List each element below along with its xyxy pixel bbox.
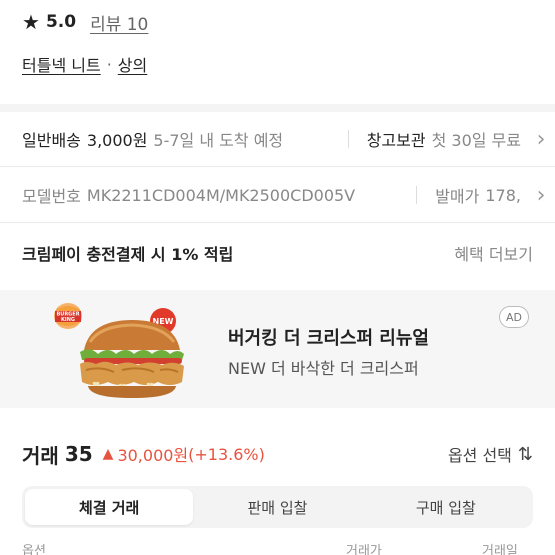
row-divider bbox=[0, 166, 555, 167]
benefits-more-link[interactable]: 혜택 더보기 bbox=[454, 241, 533, 265]
ad-badge: AD bbox=[499, 306, 529, 328]
option-select-button[interactable]: 옵션 선택 ⇅ bbox=[448, 432, 533, 476]
burger-king-logo: BURGER KING bbox=[54, 303, 82, 329]
category-item-link[interactable]: 터틀넥 니트 bbox=[22, 52, 101, 76]
model-label: 모델번호 bbox=[22, 187, 81, 206]
tab-sell-bids[interactable]: 판매 입찰 bbox=[193, 489, 361, 525]
category-breadcrumb: 터틀넥 니트 · 상의 bbox=[22, 50, 147, 78]
vertical-divider bbox=[347, 130, 349, 148]
column-header-option: 옵션 bbox=[22, 544, 46, 555]
row-divider bbox=[0, 222, 555, 223]
ad-title: 버거킹 더 크리스퍼 리뉴얼 bbox=[228, 328, 429, 349]
chevron-right-icon[interactable]: › bbox=[527, 174, 555, 216]
trade-tabs: 체결 거래 판매 입찰 구매 입찰 bbox=[22, 486, 533, 528]
shipping-eta: 5-7일 내 도착 예정 bbox=[153, 131, 284, 150]
sort-icon: ⇅ bbox=[517, 443, 533, 465]
up-arrow-icon: ▲ bbox=[102, 446, 114, 462]
category-parent-link[interactable]: 상의 bbox=[118, 52, 147, 76]
table-header: 옵션 거래가 거래일 bbox=[0, 540, 555, 555]
review-link[interactable]: 리뷰 10 bbox=[90, 10, 148, 35]
storage-detail: 첫 30일 무료 bbox=[431, 131, 521, 150]
storage-info[interactable]: 창고보관 첫 30일 무료 › bbox=[335, 118, 555, 160]
points-row: 크림페이 충전결제 시 1% 적립 혜택 더보기 bbox=[0, 226, 555, 280]
vertical-divider bbox=[416, 186, 418, 204]
star-icon: ★ bbox=[22, 10, 40, 34]
rating-row: ★ 5.0 리뷰 10 bbox=[22, 8, 148, 36]
storage-label: 창고보관 bbox=[366, 131, 426, 150]
tab-concluded-trades[interactable]: 체결 거래 bbox=[25, 489, 194, 525]
points-text: 크림페이 충전결제 시 1% 적립 bbox=[22, 245, 234, 264]
burger-image: BURGER KING NEW bbox=[50, 298, 190, 403]
trade-summary-row: 거래 35 ▲ 30,000원 (+13.6%) 옵션 선택 ⇅ bbox=[0, 432, 555, 476]
chevron-right-icon[interactable]: › bbox=[527, 118, 555, 160]
trade-change: (+13.6%) bbox=[188, 444, 265, 464]
option-select-label: 옵션 선택 bbox=[447, 446, 512, 465]
column-header-price: 거래가 bbox=[346, 544, 382, 555]
section-divider bbox=[0, 104, 555, 112]
release-price-info[interactable]: 발매가 178, › bbox=[404, 174, 555, 216]
model-number: MK2211CD004M/MK2500CD005V bbox=[86, 185, 356, 205]
shipping-label: 일반배송 bbox=[22, 131, 81, 150]
trade-price: 30,000원 bbox=[117, 446, 189, 465]
shipping-row[interactable]: 일반배송 3,000원 5-7일 내 도착 예정 창고보관 첫 30일 무료 › bbox=[0, 118, 555, 160]
breadcrumb-separator: · bbox=[106, 54, 112, 74]
release-value: 178, bbox=[485, 185, 521, 205]
shipping-price: 3,000원 bbox=[86, 131, 148, 150]
ad-subtitle: NEW 더 바삭한 더 크리스퍼 bbox=[228, 359, 419, 378]
trade-count: 35 bbox=[64, 442, 93, 466]
release-label: 발매가 bbox=[435, 187, 480, 206]
column-header-date: 거래일 bbox=[482, 544, 518, 555]
rating-value: 5.0 bbox=[45, 12, 77, 32]
trade-label: 거래 bbox=[22, 443, 59, 468]
tab-buy-bids[interactable]: 구매 입찰 bbox=[362, 489, 530, 525]
model-row[interactable]: 모델번호 MK2211CD004M/MK2500CD005V 발매가 178, … bbox=[0, 174, 555, 216]
